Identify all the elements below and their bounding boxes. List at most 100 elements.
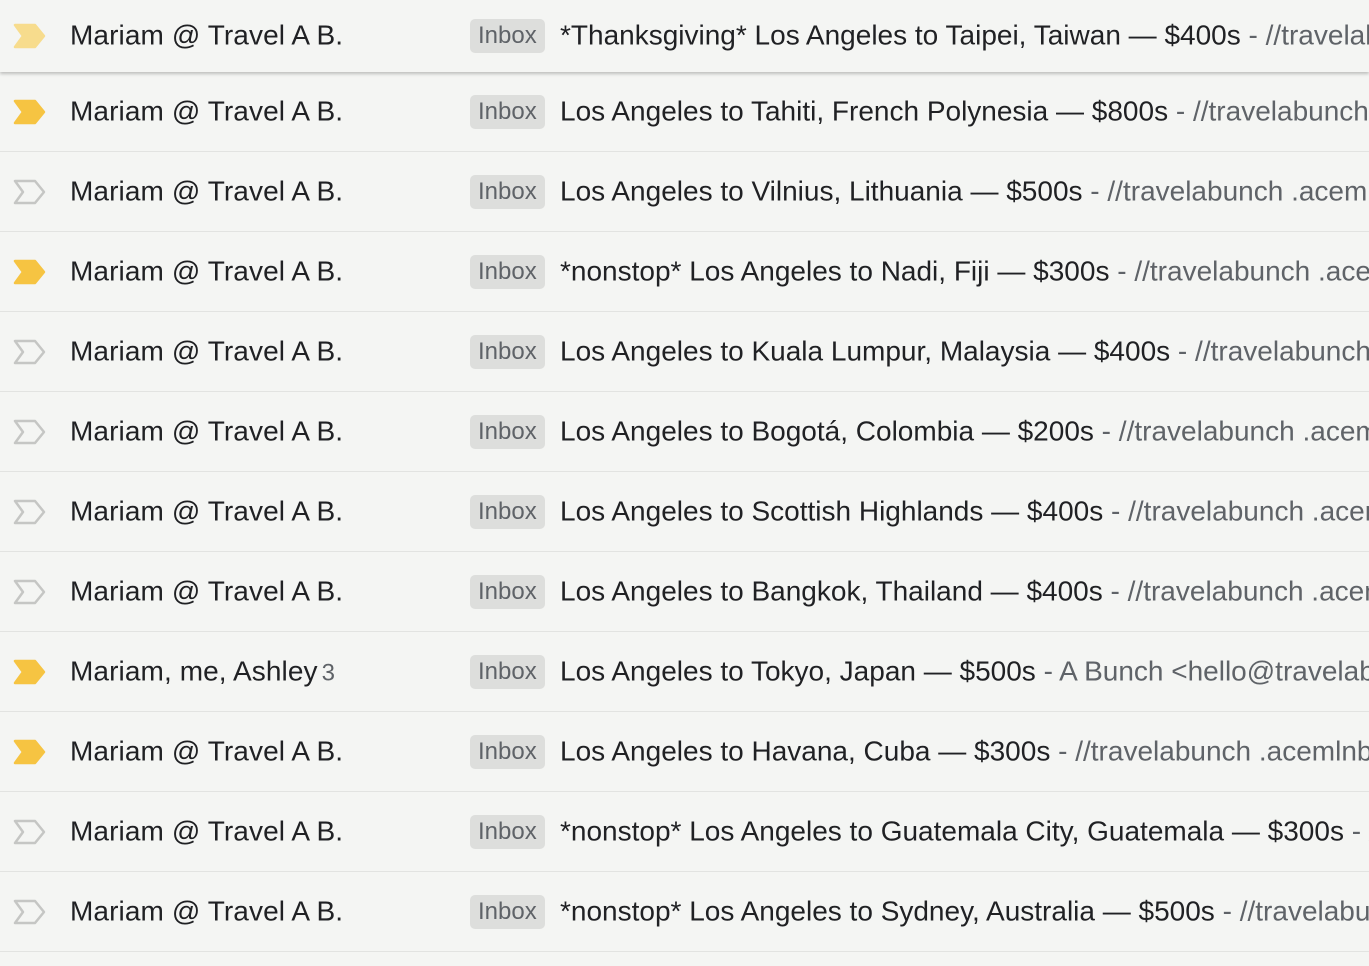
email-row[interactable]: Mariam, me, Ashley 3 Inbox Los Angeles to… [0,632,1369,712]
email-subject-line: Los Angeles to Scottish Highlands — $400… [560,495,1369,527]
sender-name: Mariam @ Travel A B. [70,94,344,126]
email-subject: Los Angeles to Tokyo, Japan — $500s [560,654,1036,686]
email-row[interactable]: Mariam @ Travel A B. Inbox Los Angeles t… [0,152,1369,232]
email-row[interactable]: Mariam @ Travel A B. Inbox Los Angeles t… [0,72,1369,152]
email-subject: Los Angeles to Kuala Lumpur, Malaysia — … [560,334,1171,366]
sender-name: Mariam @ Travel A B. [70,174,344,206]
inbox-label-badge[interactable]: Inbox [470,654,545,689]
email-list: Mariam @ Travel A B. Inbox *Thanksgiving… [0,0,1369,952]
importance-marker-icon [13,659,46,684]
email-subject-line: *nonstop* Los Angeles to Sydney, Austral… [560,895,1369,927]
email-sender: Mariam @ Travel A B. [70,495,347,527]
email-snippet: //travelabunch .acemlnb.com [1134,254,1369,286]
inbox-label-badge[interactable]: Inbox [470,734,545,769]
email-subject: *Thanksgiving* Los Angeles to Taipei, Ta… [560,19,1241,51]
inbox-label-badge[interactable]: Inbox [470,414,545,449]
email-subject: Los Angeles to Scottish Highlands — $400… [560,494,1104,526]
email-subject-line: Los Angeles to Tokyo, Japan — $500s - A … [560,655,1369,687]
sender-name: Mariam @ Travel A B. [70,414,344,446]
email-subject-line: Los Angeles to Tahiti, French Polynesia … [560,95,1369,127]
email-sender: Mariam @ Travel A B. [70,255,347,287]
email-subject: Los Angeles to Tahiti, French Polynesia … [560,94,1169,126]
email-sender: Mariam @ Travel A B. [70,895,347,927]
email-row[interactable]: Mariam @ Travel A B. Inbox Los Angeles t… [0,552,1369,632]
importance-marker-icon [13,179,46,204]
email-row[interactable]: Mariam @ Travel A B. Inbox *nonstop* Los… [0,792,1369,872]
importance-marker-icon [13,499,46,524]
email-snippet: A Bunch <hello@travelabunch.com> [1059,654,1369,686]
importance-marker-icon [13,419,46,444]
email-snippet: //travelabunch .acemlnb.com [1239,894,1369,926]
email-sender: Mariam @ Travel A B. [70,575,347,607]
inbox-label-badge[interactable]: Inbox [470,174,545,209]
email-subject-line: *nonstop* Los Angeles to Guatemala City,… [560,815,1369,847]
snippet-separator: - [1343,814,1369,846]
email-subject: Los Angeles to Vilnius, Lithuania — $500… [560,174,1083,206]
importance-marker-icon[interactable] [13,179,47,205]
importance-marker-icon[interactable] [13,419,47,445]
importance-marker-icon [13,819,46,844]
inbox-label-badge[interactable]: Inbox [470,334,545,369]
importance-marker-icon[interactable] [13,499,47,525]
email-sender: Mariam, me, Ashley 3 [70,655,335,687]
importance-marker-icon[interactable] [13,899,47,925]
sender-name: Mariam @ Travel A B. [70,254,344,286]
sender-name: Mariam @ Travel A B. [70,894,344,926]
importance-marker-icon[interactable] [13,99,47,125]
email-sender: Mariam @ Travel A B. [70,19,347,51]
email-row[interactable]: Mariam @ Travel A B. Inbox Los Angeles t… [0,472,1369,552]
importance-marker-icon [13,259,46,284]
snippet-separator: - [1082,174,1108,206]
sender-name: Mariam @ Travel A B. [70,814,344,846]
inbox-label-badge[interactable]: Inbox [470,19,545,53]
email-subject: Los Angeles to Havana, Cuba — $300s [560,734,1051,766]
sender-name: Mariam, me, Ashley [70,654,318,686]
snippet-separator: - [1240,19,1266,51]
email-subject: Los Angeles to Bangkok, Thailand — $400s [560,574,1103,606]
sender-name: Mariam @ Travel A B. [70,494,344,526]
importance-marker-icon[interactable] [13,23,47,49]
email-subject-line: Los Angeles to Havana, Cuba — $300s - //… [560,735,1369,767]
snippet-separator: - [1168,94,1193,126]
importance-marker-icon [13,339,46,364]
snippet-separator: - [1035,654,1060,686]
importance-marker-icon [13,579,46,604]
inbox-label-badge[interactable]: Inbox [470,814,545,849]
email-row[interactable]: Mariam @ Travel A B. Inbox Los Angeles t… [0,312,1369,392]
importance-marker-icon[interactable] [13,819,47,845]
thread-count: 3 [321,658,336,686]
email-row[interactable]: Mariam @ Travel A B. Inbox *Thanksgiving… [0,0,1369,72]
email-row[interactable]: Mariam @ Travel A B. Inbox Los Angeles t… [0,712,1369,792]
importance-marker-icon[interactable] [13,739,47,765]
email-sender: Mariam @ Travel A B. [70,415,347,447]
email-snippet: //travelabunch .acemlnb.com [1127,574,1369,606]
snippet-separator: - [1109,254,1135,286]
email-snippet: //travelabunch .acemlnb.com [1118,414,1369,446]
email-row[interactable]: Mariam @ Travel A B. Inbox *nonstop* Los… [0,232,1369,312]
email-row[interactable]: Mariam @ Travel A B. Inbox Los Angeles t… [0,392,1369,472]
inbox-label-badge[interactable]: Inbox [470,894,545,929]
email-row[interactable]: Mariam @ Travel A B. Inbox *nonstop* Los… [0,872,1369,952]
inbox-label-badge[interactable]: Inbox [470,574,545,609]
email-snippet: //travelabunch .acemlnb.com [1128,494,1369,526]
importance-marker-icon[interactable] [13,659,47,685]
importance-marker-icon[interactable] [13,259,47,285]
email-subject: *nonstop* Los Angeles to Nadi, Fiji — $3… [560,254,1110,286]
inbox-label-badge[interactable]: Inbox [470,94,545,129]
email-snippet: //travelabunch .acemlnb.com [1075,734,1369,766]
email-sender: Mariam @ Travel A B. [70,175,347,207]
email-subject-line: *nonstop* Los Angeles to Nadi, Fiji — $3… [560,255,1369,287]
email-subject-line: *Thanksgiving* Los Angeles to Taipei, Ta… [560,19,1369,51]
sender-name: Mariam @ Travel A B. [70,574,344,606]
snippet-separator: - [1093,414,1119,446]
importance-marker-icon[interactable] [13,579,47,605]
email-subject-line: Los Angeles to Vilnius, Lithuania — $500… [560,175,1369,207]
email-subject: Los Angeles to Bogotá, Colombia — $200s [560,414,1094,446]
email-sender: Mariam @ Travel A B. [70,735,347,767]
importance-marker-icon[interactable] [13,339,47,365]
email-sender: Mariam @ Travel A B. [70,95,347,127]
inbox-label-badge[interactable]: Inbox [470,494,545,529]
inbox-label-badge[interactable]: Inbox [470,254,545,289]
snippet-separator: - [1102,574,1128,606]
email-snippet: //travelabunch .acemlnb.com [1195,334,1369,366]
